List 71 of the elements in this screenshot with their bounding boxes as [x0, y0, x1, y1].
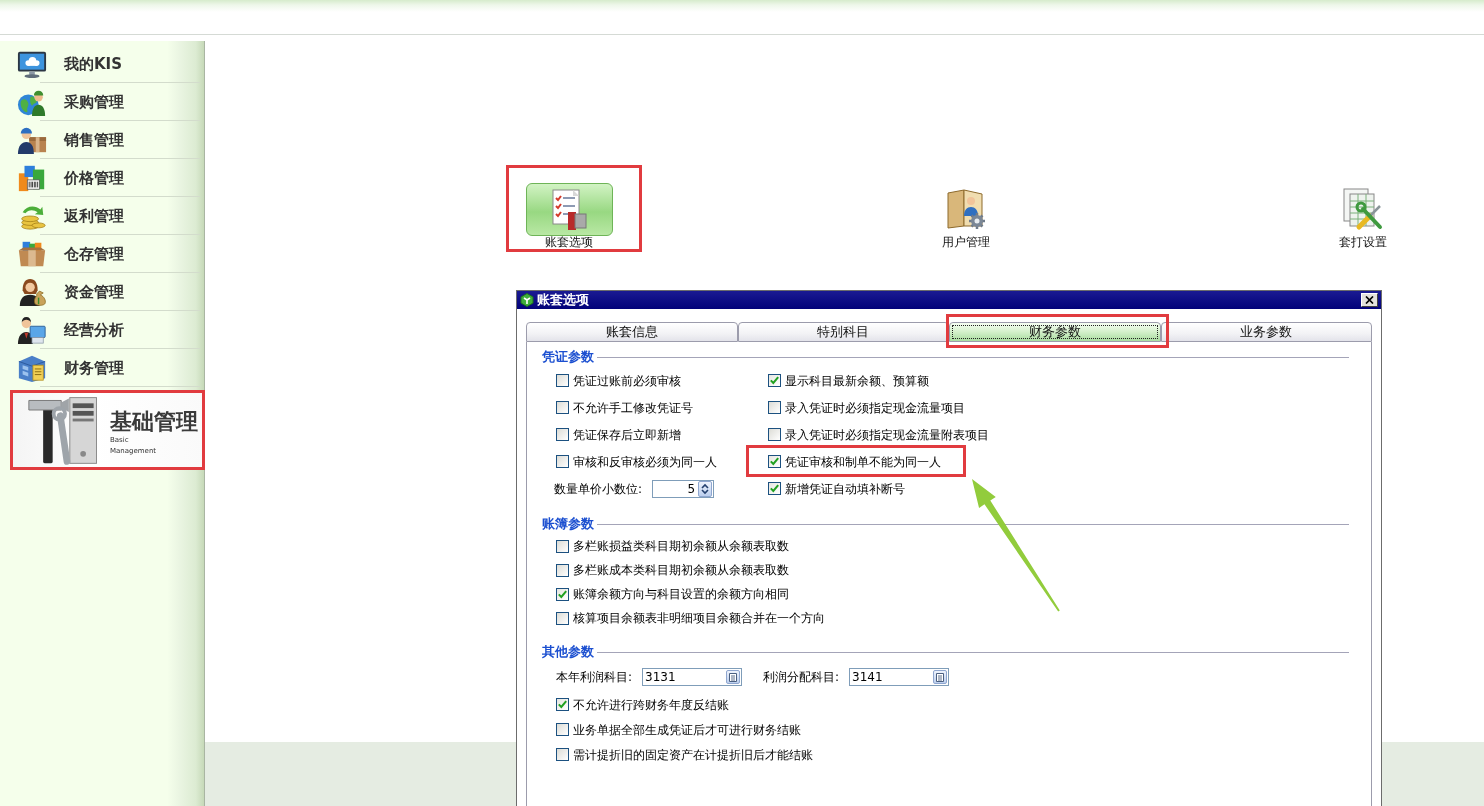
section-title: 账簿参数 — [542, 516, 594, 532]
checkbox[interactable] — [556, 401, 569, 414]
person-computer-icon — [17, 315, 47, 345]
field-label: 利润分配科目: — [763, 670, 840, 684]
banner-title: 基础管理 — [110, 409, 198, 435]
tab[interactable]: 特别科目 — [737, 322, 949, 342]
hexagon-icon — [520, 293, 534, 307]
module-button[interactable]: 套打设置 — [1313, 183, 1413, 249]
person-money-bag-icon — [17, 277, 47, 307]
list-icon — [936, 672, 945, 682]
option-label: 需计提折旧的固定资产在计提折旧后才能结账 — [573, 747, 813, 762]
option-label: 新增凭证自动填补断号 — [785, 481, 905, 496]
checkbox[interactable] — [556, 587, 569, 601]
option-label: 凭证过账前必须审核 — [573, 373, 681, 388]
checkbox[interactable] — [556, 611, 569, 625]
dialog-title: 账套选项 — [537, 291, 589, 309]
lookup-field[interactable]: 3141 — [849, 668, 950, 686]
checkmark-icon — [770, 484, 779, 493]
book-icon — [17, 353, 47, 383]
checkbox[interactable] — [768, 401, 781, 414]
option-label: 凭证审核和制单不能为同一人 — [785, 454, 941, 469]
spin-button[interactable] — [698, 480, 713, 497]
lookup-button[interactable] — [726, 670, 741, 684]
lookup-field[interactable]: 3131 — [642, 668, 743, 686]
monitor-icon — [17, 49, 47, 79]
option-label: 凭证保存后立即新增 — [573, 427, 681, 442]
checkbox[interactable] — [768, 374, 781, 387]
tab[interactable]: 财务参数 — [949, 322, 1161, 342]
checkbox[interactable] — [768, 482, 781, 495]
option-label: 业务单据全部生成凭证后才可进行财务结账 — [573, 722, 801, 737]
checkbox[interactable] — [556, 723, 569, 736]
option-label: 多栏账损益类科目期初余额从余额表取数 — [573, 539, 789, 553]
number-field[interactable]: 5 — [652, 479, 715, 498]
checkbox[interactable] — [556, 455, 569, 468]
lookup-button[interactable] — [933, 670, 948, 684]
checkbox[interactable] — [768, 455, 781, 468]
option-label: 多栏账成本类科目期初余额从余额表取数 — [573, 563, 789, 577]
option-label: 审核和反审核必须为同一人 — [573, 454, 717, 469]
checkmark-icon — [558, 589, 567, 599]
option-label: 录入凭证时必须指定现金流量附表项目 — [785, 427, 989, 442]
section-title: 其他参数 — [542, 644, 594, 660]
close-button[interactable] — [1361, 293, 1378, 307]
module-button[interactable]: 账套选项 — [519, 183, 619, 249]
list-icon — [729, 672, 738, 682]
close-icon — [1365, 296, 1374, 304]
field-label: 数量单价小数位: — [554, 481, 643, 496]
tab[interactable]: 业务参数 — [1160, 322, 1372, 342]
module-button[interactable]: 用户管理 — [916, 183, 1016, 249]
checkmark-icon — [770, 457, 779, 466]
option-label: 账簿余额方向与科目设置的余额方向相同 — [573, 587, 789, 601]
option-label: 不允许手工修改凭证号 — [573, 400, 693, 415]
option-label: 显示科目最新余额、预算额 — [785, 373, 929, 388]
option-label: 录入凭证时必须指定现金流量项目 — [785, 400, 965, 415]
field-label: 本年利润科目: — [556, 670, 633, 684]
checkmark-icon — [558, 700, 567, 709]
checkbox[interactable] — [556, 748, 569, 761]
option-label: 核算项目余额表非明细项目余额合并在一个方向 — [573, 611, 825, 625]
up-down-arrows-icon — [701, 482, 710, 495]
checkbox[interactable] — [556, 374, 569, 387]
option-label: 不允许进行跨财务年度反结账 — [573, 697, 729, 712]
checkbox[interactable] — [556, 698, 569, 711]
checkbox[interactable] — [556, 428, 569, 441]
checkbox[interactable] — [556, 563, 569, 577]
checkmark-icon — [770, 376, 779, 385]
checkbox[interactable] — [768, 428, 781, 441]
checkbox[interactable] — [556, 539, 569, 553]
section-title: 凭证参数 — [542, 349, 594, 365]
blocks-icon — [17, 163, 47, 193]
box-icon — [17, 239, 47, 269]
person-box-icon — [17, 125, 47, 155]
tab[interactable]: 账套信息 — [526, 322, 738, 342]
